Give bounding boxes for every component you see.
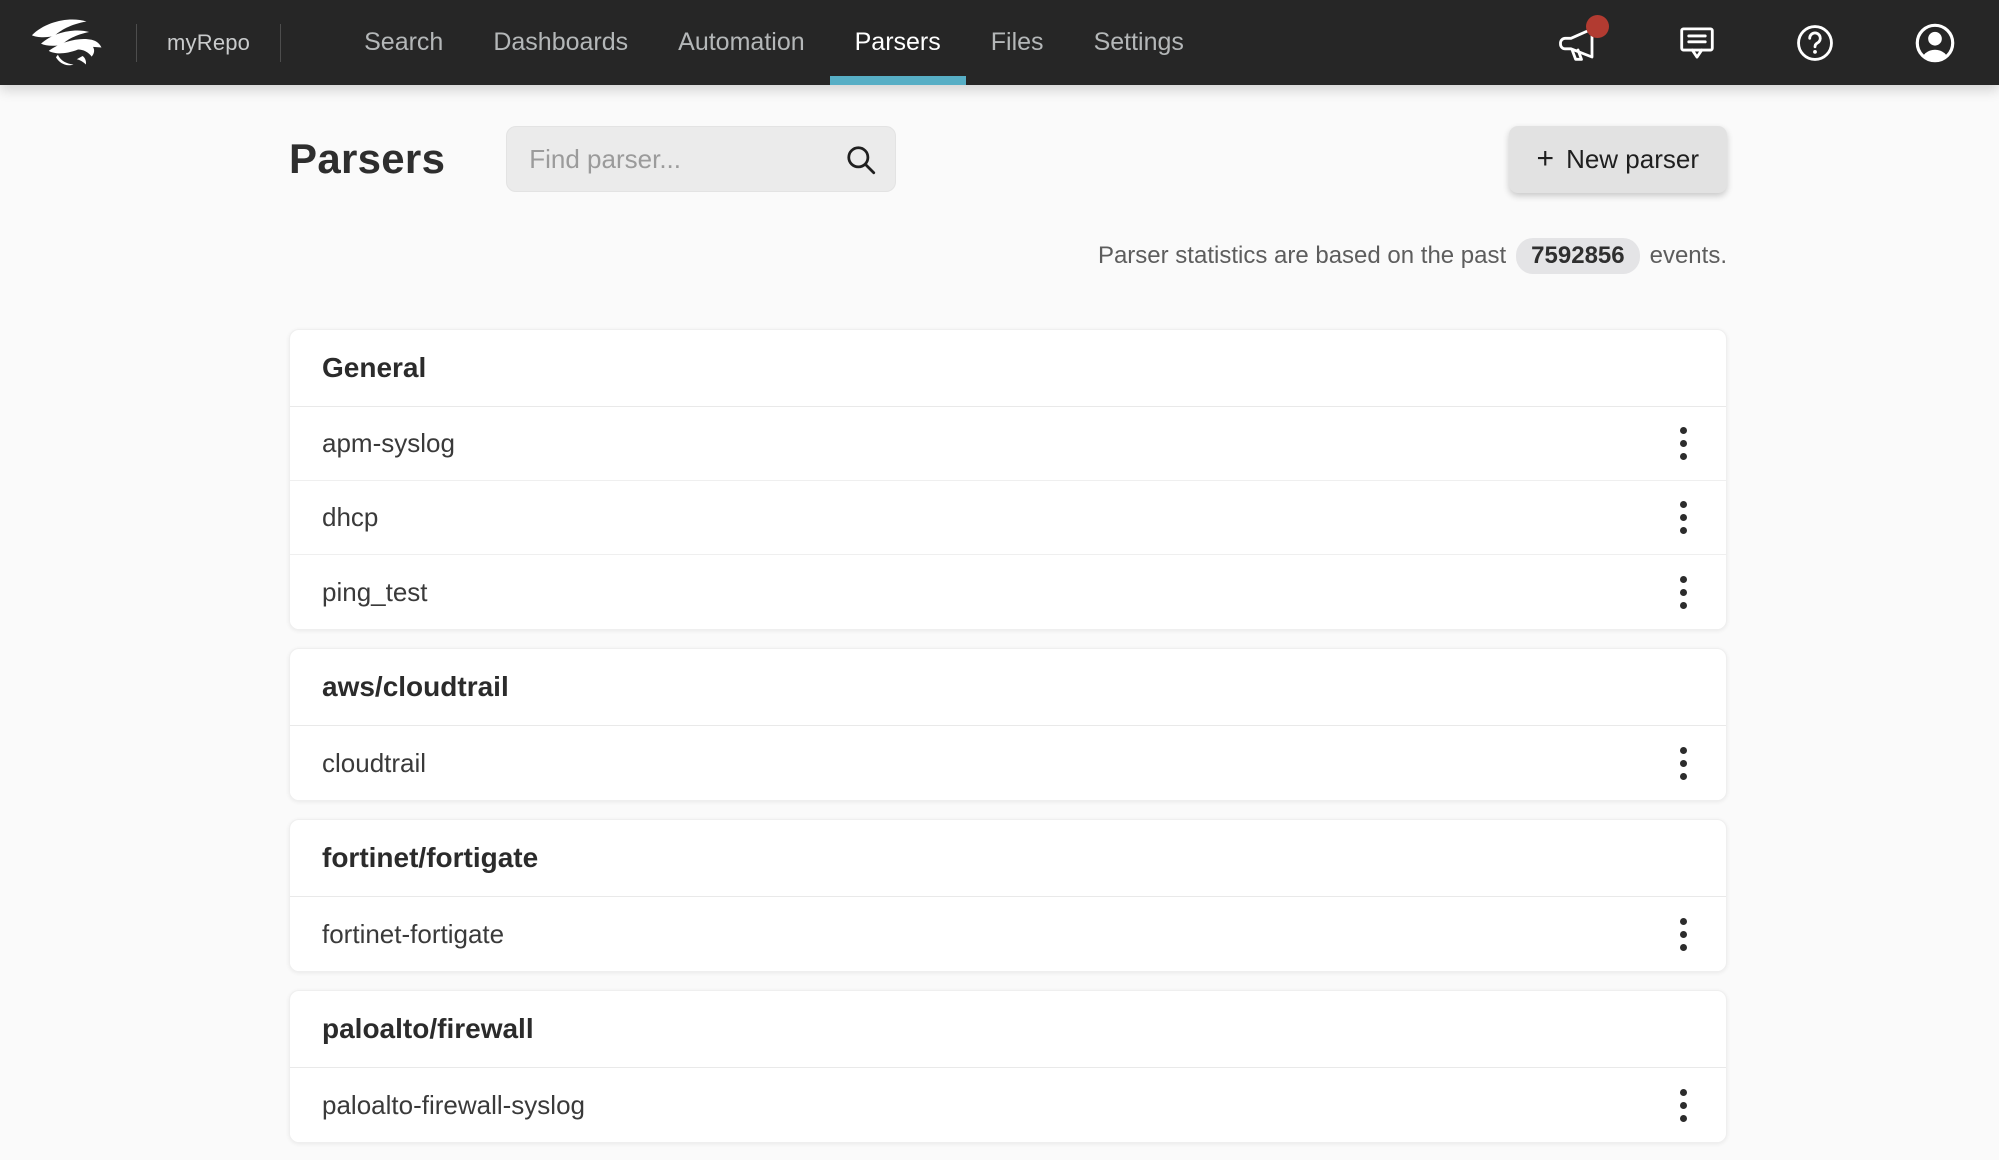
nav-right-icons bbox=[1557, 0, 1999, 85]
find-parser-input[interactable] bbox=[506, 126, 897, 192]
feedback-button[interactable] bbox=[1677, 23, 1717, 63]
parser-row[interactable]: paloalto-firewall-syslog bbox=[290, 1068, 1726, 1142]
nav-tab-label: Parsers bbox=[854, 28, 941, 56]
section-header: aws/cloudtrail bbox=[290, 649, 1726, 726]
parser-rows: paloalto-firewall-syslog bbox=[290, 1068, 1726, 1142]
section-title: fortinet/fortigate bbox=[322, 842, 539, 873]
kebab-dot bbox=[1679, 588, 1687, 596]
parser-rows: cloudtrail bbox=[290, 726, 1726, 800]
nav-tab-label: Automation bbox=[678, 28, 805, 56]
parser-name[interactable]: cloudtrail bbox=[322, 748, 426, 779]
kebab-dot bbox=[1679, 527, 1687, 534]
top-navigation-bar: myRepo Search Dashboards Automation Pars… bbox=[0, 0, 1999, 85]
feedback-message-icon bbox=[1680, 26, 1714, 59]
crowdstrike-falcon-icon bbox=[31, 18, 102, 65]
parser-section-card: General apm-syslog dhcp ping_test bbox=[289, 329, 1727, 630]
unread-badge-dot bbox=[1586, 14, 1609, 38]
kebab-dot bbox=[1679, 746, 1687, 754]
parser-rows: apm-syslog dhcp ping_test bbox=[290, 407, 1726, 629]
section-title: General bbox=[322, 352, 427, 383]
section-title: paloalto/firewall bbox=[322, 1013, 534, 1044]
user-avatar-icon bbox=[1915, 23, 1955, 62]
kebab-dot bbox=[1679, 514, 1687, 521]
parser-search bbox=[506, 126, 897, 192]
kebab-dot bbox=[1679, 917, 1687, 925]
parser-name[interactable]: dhcp bbox=[322, 502, 378, 533]
nav-tab[interactable]: Search bbox=[339, 0, 468, 85]
announcements-button[interactable] bbox=[1557, 14, 1609, 63]
kebab-dot bbox=[1679, 575, 1687, 583]
parser-section-card: fortinet/fortigate fortinet-fortigate bbox=[289, 819, 1727, 972]
parser-sections: General apm-syslog dhcp ping_test aws/cl… bbox=[289, 329, 1727, 1143]
parser-name[interactable]: ping_test bbox=[322, 577, 428, 608]
account-button[interactable] bbox=[1913, 21, 1957, 65]
kebab-dot bbox=[1679, 1088, 1687, 1096]
row-menu-button[interactable] bbox=[1662, 494, 1704, 542]
kebab-dot bbox=[1679, 453, 1687, 460]
event-count-badge: 7592856 bbox=[1516, 238, 1640, 274]
kebab-dot bbox=[1679, 501, 1687, 508]
stats-prefix: Parser statistics are based on the past bbox=[1097, 242, 1507, 269]
parsers-page: Parsers + New parser Parser statistics a… bbox=[289, 85, 1727, 1143]
parser-row[interactable]: fortinet-fortigate bbox=[290, 897, 1726, 971]
primary-nav: Search Dashboards Automation Parsers Fil… bbox=[339, 0, 1209, 85]
help-button[interactable] bbox=[1795, 23, 1835, 63]
kebab-dot bbox=[1679, 440, 1687, 447]
nav-tab-label: Search bbox=[364, 28, 444, 56]
row-menu-button[interactable] bbox=[1662, 420, 1704, 468]
new-parser-button[interactable]: + New parser bbox=[1508, 125, 1727, 193]
kebab-dot bbox=[1679, 601, 1687, 609]
row-menu-button[interactable] bbox=[1662, 1081, 1704, 1129]
parser-name[interactable]: paloalto-firewall-syslog bbox=[322, 1090, 585, 1121]
section-header: fortinet/fortigate bbox=[290, 820, 1726, 897]
parser-rows: fortinet-fortigate bbox=[290, 897, 1726, 971]
parser-name[interactable]: apm-syslog bbox=[322, 428, 455, 459]
page-title: Parsers bbox=[289, 135, 446, 182]
parser-section-card: paloalto/firewall paloalto-firewall-sysl… bbox=[289, 990, 1727, 1143]
parser-row[interactable]: ping_test bbox=[290, 555, 1726, 629]
parser-name[interactable]: fortinet-fortigate bbox=[322, 919, 504, 950]
section-header: paloalto/firewall bbox=[290, 991, 1726, 1068]
kebab-dot bbox=[1679, 772, 1687, 780]
kebab-dot bbox=[1679, 1114, 1687, 1122]
parser-row[interactable]: dhcp bbox=[290, 481, 1726, 555]
stats-suffix: events. bbox=[1649, 242, 1727, 269]
divider bbox=[136, 23, 137, 62]
row-menu-button[interactable] bbox=[1662, 739, 1704, 787]
kebab-dot bbox=[1679, 930, 1687, 938]
plus-icon: + bbox=[1536, 142, 1555, 175]
repository-name[interactable]: myRepo bbox=[167, 30, 250, 56]
nav-tab[interactable]: Files bbox=[966, 0, 1069, 85]
brand-logo[interactable] bbox=[0, 0, 106, 85]
nav-tab[interactable]: Dashboards bbox=[468, 0, 653, 85]
divider bbox=[280, 23, 282, 62]
section-title: aws/cloudtrail bbox=[322, 671, 509, 702]
nav-tab[interactable]: Automation bbox=[653, 0, 829, 85]
nav-tab[interactable]: Parsers bbox=[829, 0, 966, 85]
nav-tab[interactable]: Settings bbox=[1069, 0, 1209, 85]
parser-row[interactable]: apm-syslog bbox=[290, 407, 1726, 481]
row-menu-button[interactable] bbox=[1662, 910, 1704, 958]
parser-statistics-note: Parser statistics are based on the past … bbox=[289, 238, 1727, 274]
page-header: Parsers + New parser bbox=[289, 125, 1727, 193]
nav-tab-label: Files bbox=[990, 28, 1044, 56]
parser-row[interactable]: cloudtrail bbox=[290, 726, 1726, 800]
parser-section-card: aws/cloudtrail cloudtrail bbox=[289, 648, 1727, 801]
nav-tab-label: Dashboards bbox=[493, 28, 629, 56]
help-question-icon bbox=[1797, 24, 1833, 61]
kebab-dot bbox=[1679, 943, 1687, 951]
nav-tab-label: Settings bbox=[1093, 28, 1184, 56]
section-header: General bbox=[290, 330, 1726, 407]
kebab-dot bbox=[1679, 1101, 1687, 1109]
kebab-dot bbox=[1679, 759, 1687, 767]
new-parser-label: New parser bbox=[1566, 143, 1699, 174]
kebab-dot bbox=[1679, 427, 1687, 434]
row-menu-button[interactable] bbox=[1662, 568, 1704, 616]
